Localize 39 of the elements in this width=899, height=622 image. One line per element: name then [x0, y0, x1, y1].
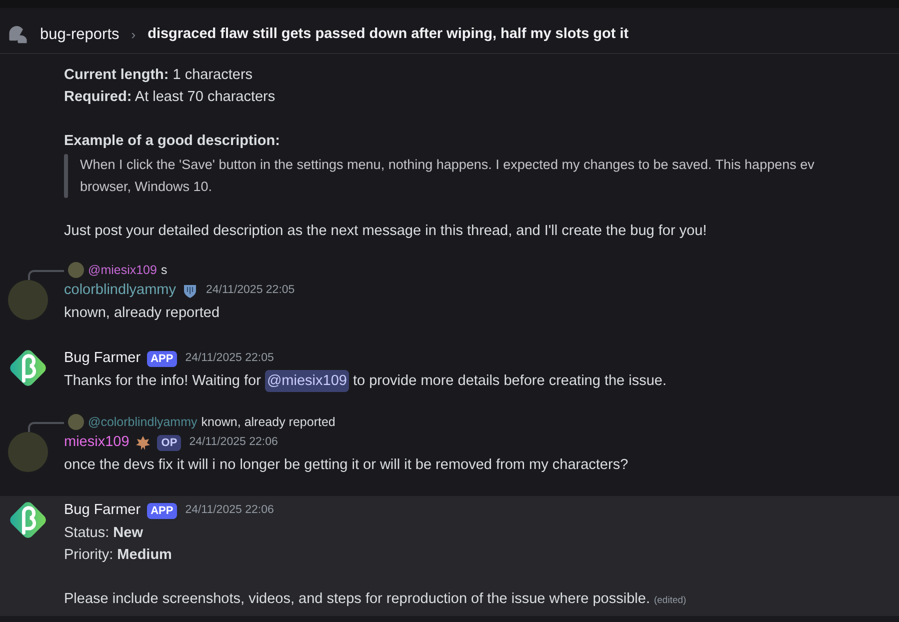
reply-avatar [68, 262, 84, 278]
edited-label: (edited) [654, 594, 686, 608]
message-text: Thanks for the info! Waiting for [64, 372, 262, 391]
timestamp: 24/11/2025 22:06 [185, 503, 274, 518]
timestamp: 24/11/2025 22:05 [185, 351, 274, 366]
user-mention[interactable]: @miesix109 [264, 370, 349, 392]
reply-avatar [68, 414, 84, 430]
breadcrumb-separator: › [131, 26, 136, 44]
reply-preview[interactable]: s [160, 260, 168, 280]
leaf-icon [135, 435, 152, 451]
avatar[interactable] [8, 432, 48, 472]
tag-label: OP [157, 434, 182, 452]
shield-icon [182, 283, 198, 299]
author-name[interactable]: Bug Farmer [64, 500, 141, 522]
reply-author[interactable]: @miesix109 [88, 260, 157, 280]
author-name[interactable]: miesix109 [64, 432, 130, 454]
timestamp: 24/11/2025 22:05 [206, 283, 295, 298]
author-name[interactable]: Bug Farmer [64, 348, 141, 370]
message-text: Just post your detailed description as the next message in this thread, and I'll create the bug for you! [64, 222, 708, 241]
avatar[interactable] [8, 280, 48, 320]
message-text: once the devs fix it will i no longer be getting it or will it be removed from my characters? [64, 456, 628, 475]
message-heading: Example of a good description: [64, 132, 281, 151]
message-text: Required: At least 70 characters [64, 88, 276, 107]
author-name[interactable]: colorblindlyammy [64, 280, 176, 302]
message-text: known, already reported [64, 304, 221, 323]
quote-text: browser, Windows 10. [80, 178, 214, 196]
reply-preview[interactable]: known, already reported [201, 412, 336, 432]
tag-label: APP [146, 350, 178, 368]
message-text: Priority: Medium [64, 546, 173, 565]
reply-author[interactable]: @colorblindlyammy [88, 412, 198, 432]
timestamp: 24/11/2025 22:06 [189, 435, 278, 450]
tag-label: APP [146, 502, 178, 520]
thread-title: disgraced flaw still gets passed down after wiping, half my slots got it [148, 24, 629, 44]
quote-text: When I click the 'Save' button in the settings menu, nothing happens. I expected my changes to be saved. This happens ev [80, 156, 814, 174]
message-text: to provide more details before creating the issue. [352, 372, 667, 391]
message-text: Current length: 1 characters [64, 66, 254, 85]
message-text: Status: New [64, 524, 144, 543]
channel-name[interactable]: bug-reports [40, 22, 120, 46]
message-text: Please include screenshots, videos, and steps for reproduction of the issue where possible. [64, 590, 650, 609]
